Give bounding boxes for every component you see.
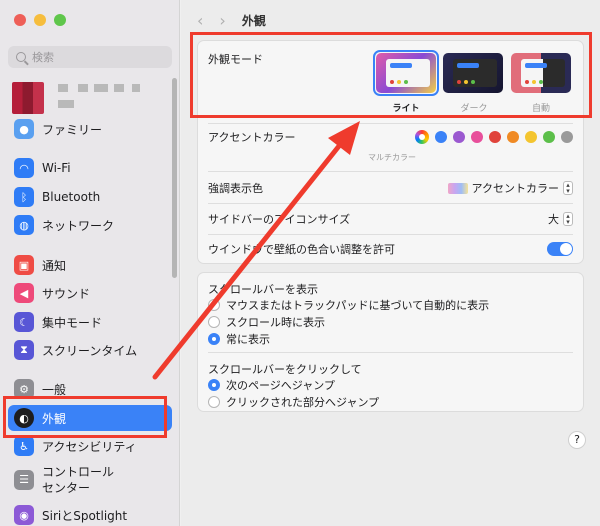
system-settings-window: 検索 ● ファミリー ◠ Wi-Fi ᛒ Bluetooth ◍ ネットワーク <box>0 0 600 526</box>
annotation-arrow <box>152 121 360 380</box>
